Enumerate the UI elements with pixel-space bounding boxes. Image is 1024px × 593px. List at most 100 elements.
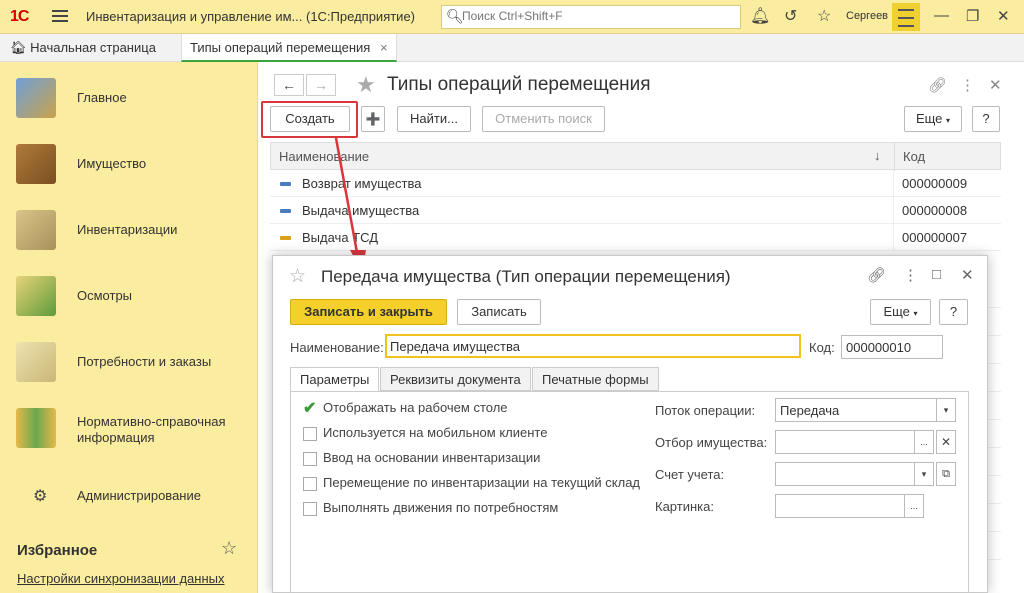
cancel-search-button[interactable]: Отменить поиск [482, 106, 605, 132]
tab-parameters[interactable]: Параметры [290, 367, 380, 392]
column-code-header[interactable]: Код [903, 149, 925, 164]
tab-print-forms[interactable]: Печатные формы [532, 367, 659, 391]
sidebar-item-label: Нормативно-справочная информация [77, 414, 226, 445]
sidebar-item-label: Осмотры [77, 288, 133, 303]
close-dialog-icon[interactable]: ✕ [961, 266, 974, 284]
code-field[interactable] [841, 335, 943, 359]
help-button[interactable]: ? [972, 106, 1000, 132]
tab-move-operation-types[interactable]: Типы операций перемещения × [181, 34, 397, 62]
system-menu-button[interactable] [892, 3, 920, 31]
title-bar: 1С Инвентаризация и управление им... (1С… [0, 0, 1024, 34]
sidebar-item-needs-orders[interactable]: Потребности и заказы [0, 332, 258, 392]
more-button[interactable]: Еще ▾ [904, 106, 962, 132]
flow-field[interactable] [775, 398, 937, 422]
save-button[interactable]: Записать [457, 299, 541, 325]
dialog-title: Передача имущества (Тип операции перемещ… [321, 267, 731, 286]
property-filter-field[interactable] [775, 430, 915, 454]
clipboard-question-icon [16, 276, 56, 316]
restore-icon[interactable]: ❐ [966, 7, 979, 25]
sidebar-item-inventory[interactable]: Инвентаризации [0, 200, 258, 260]
bell-icon[interactable]: 🔔︎ [750, 6, 770, 26]
checkbox-move-to-current-warehouse[interactable] [303, 477, 317, 491]
picture-label: Картинка: [655, 499, 714, 514]
link-icon[interactable]: 🔗︎ [867, 266, 886, 284]
code-label: Код: [809, 340, 835, 355]
cell-code: 000000009 [902, 176, 968, 191]
tab-home[interactable]: 🏠︎ Начальная страница [10, 40, 156, 56]
page-title: Типы операций перемещения [387, 74, 651, 95]
cell-code: 000000007 [902, 230, 968, 245]
open-windows-bar: 🏠︎ Начальная страница Типы операций пере… [0, 34, 1024, 62]
ellipsis-select-icon[interactable]: ... [904, 494, 924, 518]
flow-label: Поток операции: [655, 403, 756, 418]
tab-document-details[interactable]: Реквизиты документа [380, 367, 531, 391]
favorites-link-sync-settings[interactable]: Настройки синхронизации данных [17, 571, 225, 586]
app-logo[interactable]: 1С [10, 8, 29, 26]
picture-field[interactable] [775, 494, 905, 518]
close-form-icon[interactable]: ✕ [989, 76, 1002, 94]
checkbox-needs-movements[interactable] [303, 502, 317, 516]
link-icon[interactable]: 🔗︎ [928, 76, 947, 94]
checkbox-label: Выполнять движения по потребностям [323, 500, 559, 515]
home-icon: 🏠︎ [10, 40, 27, 55]
bag-icon [16, 342, 56, 382]
dropdown-arrow-icon[interactable]: ▾ [936, 398, 956, 422]
more-button[interactable]: Еще ▾ [870, 299, 931, 325]
arrow-right-icon: → [314, 77, 328, 93]
cell-code: 000000008 [902, 203, 968, 218]
window-title: Инвентаризация и управление им... (1С:Пр… [86, 9, 416, 24]
back-button[interactable]: ← [274, 74, 304, 96]
help-button[interactable]: ? [939, 299, 968, 325]
favorite-star-icon[interactable]: ★ [356, 72, 376, 98]
search-input[interactable] [462, 9, 732, 23]
sidebar-item-inspections[interactable]: Осмотры [0, 266, 258, 326]
dropdown-arrow-icon[interactable]: ▾ [914, 462, 934, 486]
open-link-icon[interactable]: ⧉ [936, 462, 956, 486]
copy-create-icon[interactable]: ➕ [361, 106, 385, 132]
checkbox-show-on-desktop[interactable]: ✔ [303, 401, 316, 417]
boxes-icon [16, 144, 56, 184]
column-separator [893, 224, 894, 251]
name-label: Наименование: [290, 340, 384, 355]
sidebar-item-label: Потребности и заказы [77, 354, 212, 369]
sidebar-item-label: Администрирование [77, 488, 201, 503]
checkbox-based-on-inventory[interactable] [303, 452, 317, 466]
account-field[interactable] [775, 462, 915, 486]
favorites-star-icon[interactable]: ☆ [817, 6, 831, 26]
sidebar-item-admin[interactable]: ⚙ Администрирование [0, 464, 258, 524]
more-vertical-icon[interactable]: ⋮ [960, 76, 975, 94]
tab-close-icon[interactable]: × [380, 40, 388, 55]
checkbox-label: Перемещение по инвентаризации на текущий… [323, 475, 641, 490]
maximize-icon[interactable]: □ [932, 266, 941, 283]
favorite-star-icon[interactable]: ☆ [289, 265, 306, 288]
sidebar-item-reference[interactable]: Нормативно-справочная информация [0, 398, 258, 458]
save-and-close-button[interactable]: Записать и закрыть [290, 299, 447, 325]
sidebar-item-label: Инвентаризации [77, 222, 178, 237]
sidebar-item-property[interactable]: Имущество [0, 134, 258, 194]
forward-button[interactable]: → [306, 74, 336, 96]
name-field[interactable] [385, 334, 801, 358]
find-button[interactable]: Найти... [397, 106, 471, 132]
column-separator [893, 197, 894, 224]
checkbox-mobile-client[interactable] [303, 427, 317, 441]
minimize-icon[interactable]: — [934, 7, 949, 24]
checkbox-label: Ввод на основании инвентаризации [323, 450, 541, 465]
checkbox-label: Используется на мобильном клиенте [323, 425, 548, 440]
current-user[interactable]: Сергеев [846, 10, 888, 22]
element-form-dialog: ☆ Передача имущества (Тип операции перем… [272, 255, 988, 593]
more-label: Еще [915, 111, 943, 126]
clear-icon[interactable]: ✕ [936, 430, 956, 454]
global-search[interactable]: 🔍︎ [441, 5, 741, 29]
main-menu-icon[interactable] [52, 8, 68, 22]
sections-panel: Главное Имущество Инвентаризации Осмотры… [0, 62, 258, 593]
close-window-icon[interactable]: ✕ [997, 7, 1010, 25]
binders-icon [16, 408, 56, 448]
sidebar-item-main[interactable]: Главное [0, 68, 258, 128]
more-vertical-icon[interactable]: ⋮ [903, 266, 918, 284]
folder-icon [16, 210, 56, 250]
history-icon[interactable]: ↺ [784, 6, 797, 26]
item-marker-icon [280, 236, 291, 240]
ellipsis-select-icon[interactable]: ... [914, 430, 934, 454]
favorites-star-icon[interactable]: ☆ [221, 538, 237, 559]
sidebar-item-label: Главное [77, 90, 127, 105]
